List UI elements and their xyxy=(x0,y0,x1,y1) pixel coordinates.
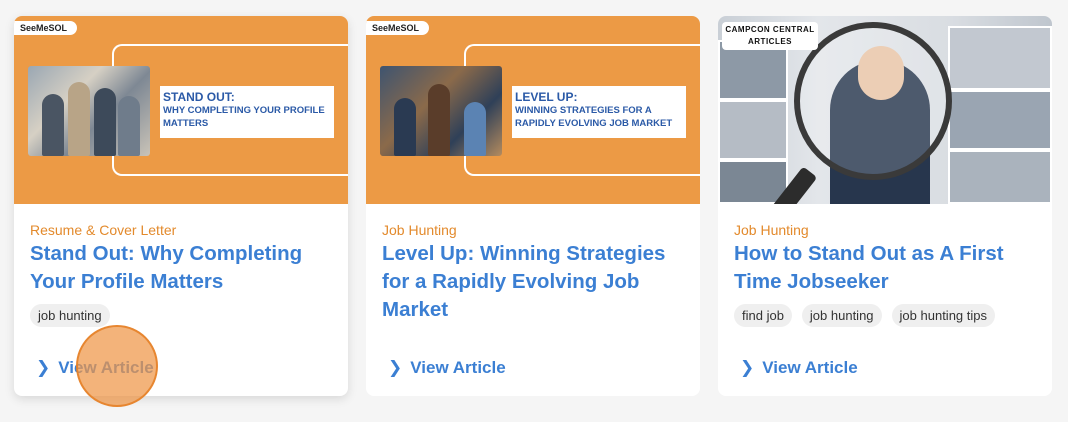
brand-logo: SeeMeSOL xyxy=(366,21,430,35)
brand-logo: SeeMeSOL xyxy=(14,21,78,35)
view-article-label: View Article xyxy=(410,358,506,377)
brand-line-1: CAMPCON CENTRAL xyxy=(725,25,815,34)
tag-list: job hunting xyxy=(30,304,110,327)
banner-title: LEVEL UP: xyxy=(515,90,578,104)
article-title[interactable]: Stand Out: Why Completing Your Profile M… xyxy=(30,240,334,296)
tag-list: find job job hunting job hunting tips xyxy=(734,304,995,327)
view-article-link[interactable]: ❯ View Article xyxy=(740,358,858,378)
tag-find-job[interactable]: find job xyxy=(734,304,792,327)
view-article-label: View Article xyxy=(58,358,154,377)
thumbnail-banner: LEVEL UP: WINNING STRATEGIES FOR A RAPID… xyxy=(512,86,686,138)
banner-title: STAND OUT: xyxy=(163,90,235,104)
article-card-2[interactable]: SeeMeSOL LEVEL UP: WINNING STRATEGIES FO… xyxy=(366,16,700,396)
article-photo xyxy=(28,66,150,156)
view-article-link[interactable]: ❯ View Article xyxy=(388,358,506,378)
article-card-1[interactable]: SeeMeSOL STAND OUT: WHY COMPLETING YOUR … xyxy=(14,16,348,396)
view-article-link[interactable]: ❯ View Article xyxy=(36,358,154,378)
article-thumbnail[interactable]: SeeMeSOL LEVEL UP: WINNING STRATEGIES FO… xyxy=(366,16,700,204)
brand-logo: CAMPCON CENTRAL ARTICLES xyxy=(722,22,818,50)
tag-job-hunting-tips[interactable]: job hunting tips xyxy=(891,304,995,327)
chevron-right-icon: ❯ xyxy=(388,358,403,377)
article-photo xyxy=(380,66,502,156)
view-article-label: View Article xyxy=(762,358,858,377)
banner-subtitle: WINNING STRATEGIES FOR A RAPIDLY EVOLVIN… xyxy=(515,105,673,129)
thumbnail-banner: STAND OUT: WHY COMPLETING YOUR PROFILE M… xyxy=(160,86,334,138)
tag-job-hunting[interactable]: job hunting xyxy=(801,304,882,327)
chevron-right-icon: ❯ xyxy=(36,358,51,377)
article-category[interactable]: Resume & Cover Letter xyxy=(30,221,334,239)
article-card-3[interactable]: CAMPCON CENTRAL ARTICLES Job Hunting How… xyxy=(718,16,1052,396)
article-thumbnail[interactable]: CAMPCON CENTRAL ARTICLES xyxy=(718,16,1052,204)
brand-line-2: ARTICLES xyxy=(748,37,792,46)
banner-subtitle: WHY COMPLETING YOUR PROFILE MATTERS xyxy=(163,105,325,129)
article-title[interactable]: How to Stand Out as A First Time Jobseek… xyxy=(734,240,1038,296)
tag-job-hunting[interactable]: job hunting xyxy=(30,304,110,327)
article-thumbnail[interactable]: SeeMeSOL STAND OUT: WHY COMPLETING YOUR … xyxy=(14,16,348,204)
article-title[interactable]: Level Up: Winning Strategies for a Rapid… xyxy=(382,240,686,324)
article-category[interactable]: Job Hunting xyxy=(734,221,1038,239)
chevron-right-icon: ❯ xyxy=(740,358,755,377)
article-category[interactable]: Job Hunting xyxy=(382,221,686,239)
